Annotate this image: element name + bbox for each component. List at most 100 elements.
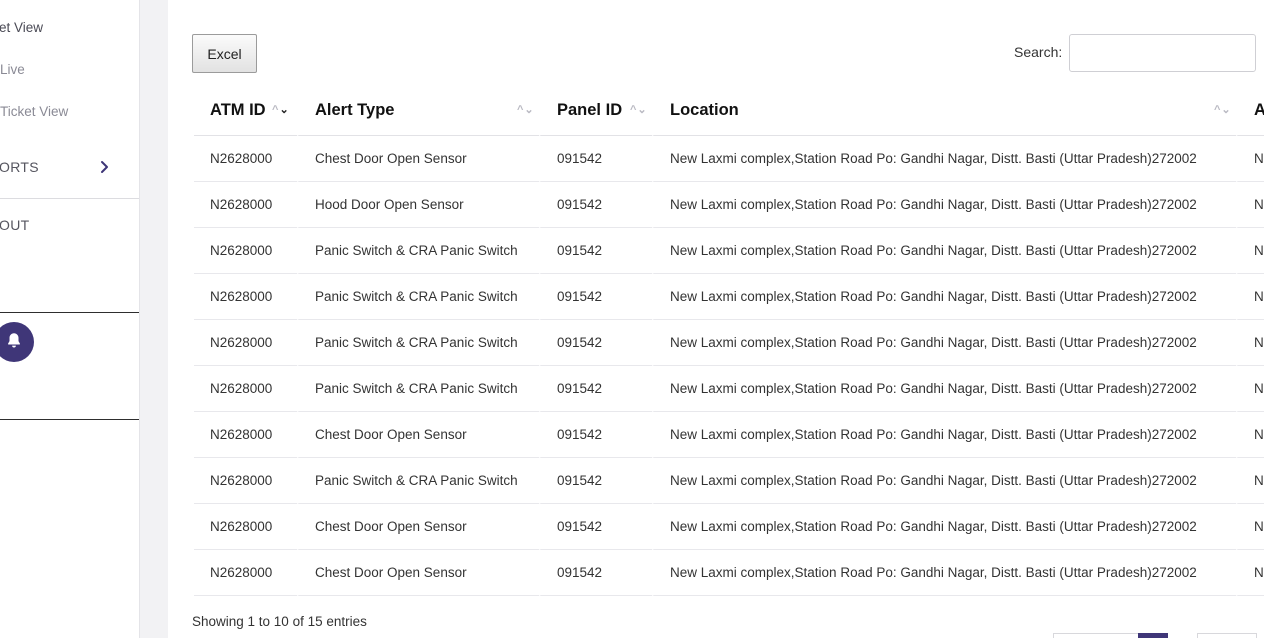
- cell-panel-id: 091542: [539, 550, 652, 596]
- search-input[interactable]: [1069, 34, 1256, 72]
- cell-alert-type: Panic Switch & CRA Panic Switch: [297, 274, 539, 320]
- sort-arrows-icon[interactable]: ^⌄: [272, 103, 290, 116]
- cell-location: New Laxmi complex,Station Road Po: Gandh…: [652, 136, 1236, 182]
- cell-partial: N: [1236, 136, 1264, 182]
- cell-alert-type: Chest Door Open Sensor: [297, 412, 539, 458]
- cell-alert-type: Chest Door Open Sensor: [297, 136, 539, 182]
- cell-panel-id: 091542: [539, 182, 652, 228]
- sort-arrows-icon[interactable]: ^⌄: [517, 103, 535, 116]
- cell-atm-id: N2628000: [194, 136, 297, 182]
- cell-alert-type: Chest Door Open Sensor: [297, 504, 539, 550]
- cell-alert-type: Hood Door Open Sensor: [297, 182, 539, 228]
- cell-location: New Laxmi complex,Station Road Po: Gandh…: [652, 320, 1236, 366]
- cell-alert-type: Chest Door Open Sensor: [297, 550, 539, 596]
- cell-panel-id: 091542: [539, 136, 652, 182]
- cell-alert-type: Panic Switch & CRA Panic Switch: [297, 228, 539, 274]
- pagination-button[interactable]: [1197, 633, 1257, 638]
- table-row[interactable]: N2628000 Chest Door Open Sensor 091542 New …: [194, 550, 1264, 596]
- cell-atm-id: N2628000: [194, 228, 297, 274]
- table-header-row: ATM ID ^⌄ Alert Type ^⌄ Panel ID ^⌄ Loca…: [194, 86, 1264, 136]
- cell-location: New Laxmi complex,Station Road Po: Gandh…: [652, 228, 1236, 274]
- pagination-page-active[interactable]: [1138, 633, 1168, 638]
- notification-button[interactable]: [0, 322, 34, 362]
- cell-partial: N: [1236, 366, 1264, 412]
- cell-alert-type: Panic Switch & CRA Panic Switch: [297, 366, 539, 412]
- cell-atm-id: N2628000: [194, 182, 297, 228]
- column-header-label: Panel ID: [557, 101, 623, 119]
- cell-panel-id: 091542: [539, 228, 652, 274]
- table-row[interactable]: N2628000 Panic Switch & CRA Panic Switch 0…: [194, 458, 1264, 504]
- table-row[interactable]: N2628000 Panic Switch & CRA Panic Switch 0…: [194, 366, 1264, 412]
- cell-location: New Laxmi complex,Station Road Po: Gandh…: [652, 550, 1236, 596]
- cell-location: New Laxmi complex,Station Road Po: Gandh…: [652, 182, 1236, 228]
- sidebar-item-label: OUT: [0, 217, 30, 233]
- cell-panel-id: 091542: [539, 504, 652, 550]
- column-header-label: Alert Type: [315, 101, 395, 119]
- cell-panel-id: 091542: [539, 412, 652, 458]
- cell-partial: N: [1236, 274, 1264, 320]
- sort-arrows-icon[interactable]: ^⌄: [1214, 103, 1232, 116]
- cell-partial: N: [1236, 550, 1264, 596]
- cell-panel-id: 091542: [539, 366, 652, 412]
- cell-atm-id: N2628000: [194, 366, 297, 412]
- sidebar-divider: [0, 198, 139, 199]
- column-header-label: A: [1254, 101, 1264, 119]
- table-row[interactable]: N2628000 Chest Door Open Sensor 091542 New …: [194, 504, 1264, 550]
- sort-arrows-icon[interactable]: ^⌄: [630, 103, 648, 116]
- sidebar-divider: [0, 312, 139, 313]
- cell-atm-id: N2628000: [194, 550, 297, 596]
- cell-location: New Laxmi complex,Station Road Po: Gandh…: [652, 366, 1236, 412]
- chevron-right-icon[interactable]: [100, 158, 112, 176]
- main-panel: Excel Search: ATM ID ^⌄ Alert Type ^⌄ Pa…: [168, 0, 1285, 638]
- column-header-panel-id[interactable]: Panel ID ^⌄: [539, 86, 652, 136]
- sidebar-item-label: Live: [0, 62, 25, 77]
- table-row[interactable]: N2628000 Chest Door Open Sensor 091542 New …: [194, 136, 1264, 182]
- sidebar-item-label: et View: [0, 20, 44, 35]
- cell-panel-id: 091542: [539, 320, 652, 366]
- table-row[interactable]: N2628000 Chest Door Open Sensor 091542 New …: [194, 412, 1264, 458]
- table-row[interactable]: N2628000 Panic Switch & CRA Panic Switch 0…: [194, 274, 1264, 320]
- sidebar-item-logout[interactable]: OUT: [0, 217, 29, 233]
- sidebar-item-reports[interactable]: ORTS: [0, 159, 39, 175]
- cell-panel-id: 091542: [539, 274, 652, 320]
- cell-alert-type: Panic Switch & CRA Panic Switch: [297, 320, 539, 366]
- cell-partial: N: [1236, 458, 1264, 504]
- cell-atm-id: N2628000: [194, 458, 297, 504]
- column-header-partial[interactable]: A: [1236, 86, 1264, 136]
- search-label: Search:: [1014, 44, 1063, 60]
- pagination-button[interactable]: [1053, 633, 1139, 638]
- cell-atm-id: N2628000: [194, 412, 297, 458]
- column-header-alert-type[interactable]: Alert Type ^⌄: [297, 86, 539, 136]
- cell-alert-type: Panic Switch & CRA Panic Switch: [297, 458, 539, 504]
- sidebar-item-live[interactable]: Live: [0, 62, 25, 77]
- cell-panel-id: 091542: [539, 458, 652, 504]
- table-row[interactable]: N2628000 Hood Door Open Sensor 091542 New L…: [194, 182, 1264, 228]
- column-header-label: Location: [670, 101, 739, 119]
- cell-atm-id: N2628000: [194, 274, 297, 320]
- cell-location: New Laxmi complex,Station Road Po: Gandh…: [652, 458, 1236, 504]
- sidebar-item-ticket-view-2[interactable]: Ticket View: [0, 104, 68, 119]
- table-info: Showing 1 to 10 of 15 entries: [192, 614, 367, 629]
- table-row[interactable]: N2628000 Panic Switch & CRA Panic Switch 0…: [194, 228, 1264, 274]
- column-header-label: ATM ID: [210, 101, 266, 119]
- cell-partial: N: [1236, 320, 1264, 366]
- sidebar-item-ticket-view[interactable]: et View: [0, 20, 43, 35]
- excel-export-button[interactable]: Excel: [192, 34, 257, 73]
- cell-location: New Laxmi complex,Station Road Po: Gandh…: [652, 412, 1236, 458]
- cell-location: New Laxmi complex,Station Road Po: Gandh…: [652, 504, 1236, 550]
- table-row[interactable]: N2628000 Panic Switch & CRA Panic Switch 0…: [194, 320, 1264, 366]
- alerts-table: ATM ID ^⌄ Alert Type ^⌄ Panel ID ^⌄ Loca…: [194, 86, 1264, 596]
- sidebar-item-label: ORTS: [0, 159, 39, 175]
- cell-location: New Laxmi complex,Station Road Po: Gandh…: [652, 274, 1236, 320]
- cell-atm-id: N2628000: [194, 320, 297, 366]
- bell-icon: [5, 331, 23, 354]
- sidebar-divider: [0, 419, 139, 420]
- column-header-location[interactable]: Location ^⌄: [652, 86, 1236, 136]
- cell-partial: N: [1236, 412, 1264, 458]
- cell-partial: N: [1236, 228, 1264, 274]
- cell-partial: N: [1236, 504, 1264, 550]
- cell-atm-id: N2628000: [194, 504, 297, 550]
- table-body: N2628000 Chest Door Open Sensor 091542 New …: [194, 136, 1264, 596]
- sidebar-item-label: Ticket View: [0, 104, 69, 119]
- column-header-atm-id[interactable]: ATM ID ^⌄: [194, 86, 297, 136]
